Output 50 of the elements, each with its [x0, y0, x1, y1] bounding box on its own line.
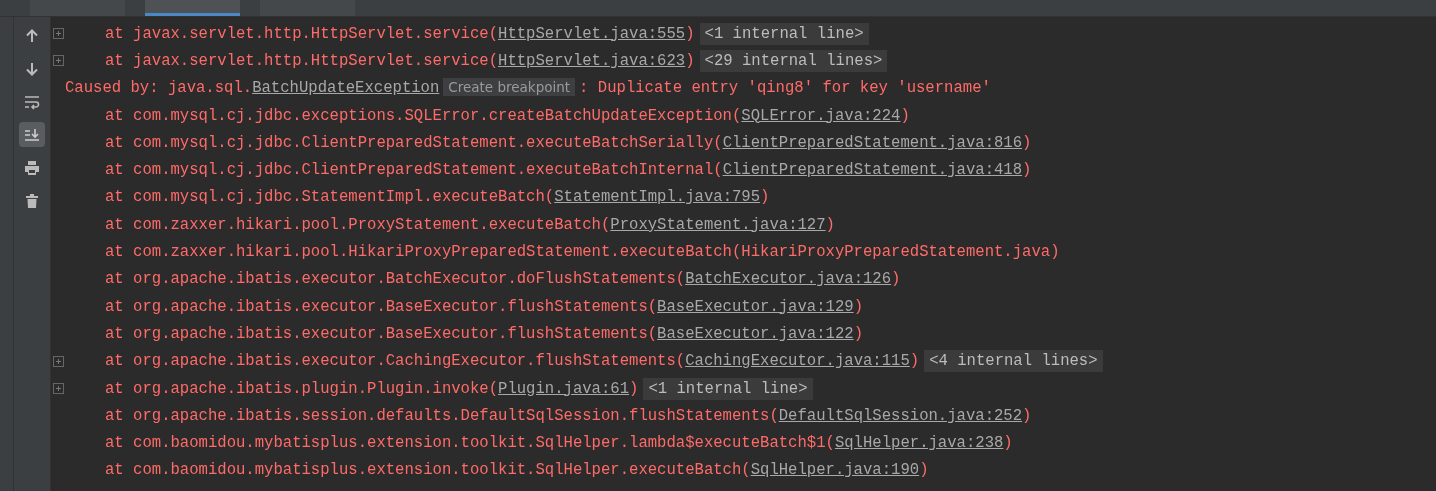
source-link[interactable]: SqlHelper.java:190: [750, 461, 920, 480]
source-link[interactable]: Plugin.java:61: [498, 379, 630, 398]
source-link[interactable]: SQLError.java:224: [741, 106, 901, 125]
stack-trace-line: at org.apache.ibatis.executor.BaseExecutor.flushStatements(BaseExecutor.java:129): [105, 297, 863, 316]
stack-trace-line: at com.zaxxer.hikari.pool.ProxyStatement.executeBatch(ProxyStatement.java:127): [105, 215, 835, 234]
source-link[interactable]: StatementImpl.java:795: [554, 188, 761, 207]
stack-trace-line: at com.baomidou.mybatisplus.extension.toolkit.SqlHelper.lambda$executeBatch$1(SqlHelper.java:238): [105, 434, 1013, 453]
source-link[interactable]: ProxyStatement.java:127: [610, 215, 826, 234]
scroll-to-end-icon: [24, 126, 40, 143]
stack-trace-line: at javax.servlet.http.HttpServlet.service(HttpServlet.java:623): [105, 51, 695, 70]
up-arrow-icon: [24, 27, 40, 44]
collapsed-lines-badge[interactable]: <1 internal line>: [699, 22, 869, 45]
source-link[interactable]: BatchUpdateException: [252, 79, 440, 98]
expand-icon[interactable]: [53, 55, 64, 67]
stack-trace-line: at com.mysql.cj.jdbc.ClientPreparedStatement.executeBatchSerially(ClientPreparedStatement.java:816): [105, 133, 1032, 152]
stack-trace-line: at org.apache.ibatis.executor.BatchExecutor.doFlushStatements(BatchExecutor.java:126): [105, 270, 901, 289]
trash-icon: [24, 192, 40, 209]
source-link[interactable]: DefaultSqlSession.java:252: [778, 406, 1023, 425]
expand-icon[interactable]: [53, 383, 64, 394]
expand-icon[interactable]: [53, 355, 64, 367]
printer-icon: [24, 159, 40, 176]
source-link[interactable]: BatchExecutor.java:126: [685, 270, 892, 289]
source-link[interactable]: HttpServlet.java:623: [498, 51, 686, 70]
soft-wrap-icon: [24, 93, 40, 110]
collapsed-lines-badge[interactable]: <1 internal line>: [643, 377, 813, 400]
tab[interactable]: [145, 0, 240, 16]
down-arrow-icon: [24, 60, 40, 77]
stack-trace-line: at org.apache.ibatis.plugin.Plugin.invoke(Plugin.java:61): [105, 379, 639, 398]
stack-trace-line: at com.mysql.cj.jdbc.exceptions.SQLError.createBatchUpdateException(SQLError.java:224): [105, 106, 910, 125]
stack-trace-line: at com.baomidou.mybatisplus.extension.toolkit.SqlHelper.executeBatch(SqlHelper.java:190): [105, 461, 929, 480]
stack-trace-line: at org.apache.ibatis.executor.CachingExecutor.flushStatements(CachingExecutor.java:115): [105, 352, 920, 371]
source-link[interactable]: BaseExecutor.java:129: [657, 297, 854, 316]
stack-trace-line: at com.mysql.cj.jdbc.StatementImpl.executeBatch(StatementImpl.java:795): [105, 188, 770, 207]
stack-trace-line: at org.apache.ibatis.executor.BaseExecutor.flushStatements(BaseExecutor.java:122): [105, 324, 863, 343]
stack-trace-line: at javax.servlet.http.HttpServlet.service(HttpServlet.java:555): [105, 24, 695, 43]
source-link[interactable]: ClientPreparedStatement.java:816: [722, 133, 1023, 152]
stack-trace-line: at com.zaxxer.hikari.pool.HikariProxyPreparedStatement.executeBatch(HikariProxyPreparedStatement.java): [105, 243, 1060, 261]
scroll-to-end-button[interactable]: [19, 122, 45, 147]
create-breakpoint-hint[interactable]: Create breakpoint: [443, 78, 576, 97]
collapsed-lines-badge[interactable]: <4 internal lines>: [924, 350, 1103, 373]
collapsed-lines-badge[interactable]: <29 internal lines>: [699, 49, 888, 72]
source-link[interactable]: ClientPreparedStatement.java:418: [722, 161, 1023, 180]
stack-trace-line: at org.apache.ibatis.session.defaults.DefaultSqlSession.flushStatements(DefaultSqlSession.java:252): [105, 406, 1032, 425]
stack-trace-line: at com.mysql.cj.jdbc.ClientPreparedStatement.executeBatchInternal(ClientPreparedStatement.java:418): [105, 161, 1032, 180]
expand-icon[interactable]: [53, 28, 64, 40]
source-link[interactable]: BaseExecutor.java:122: [657, 324, 854, 343]
source-link[interactable]: CachingExecutor.java:115: [685, 352, 910, 371]
source-link[interactable]: HttpServlet.java:555: [498, 24, 686, 43]
source-link[interactable]: SqlHelper.java:238: [834, 434, 1004, 453]
stack-trace-line: Caused by: java.sql.BatchUpdateException Create breakpoint : Duplicate entry 'qing8' for key 'username': [65, 79, 991, 98]
